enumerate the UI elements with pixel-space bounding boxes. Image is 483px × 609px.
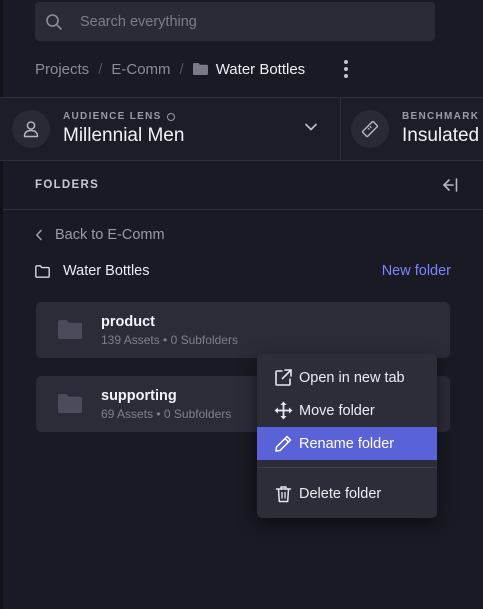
folder-card-product[interactable]: product 139 Assets • 0 Subfolders	[36, 302, 450, 358]
user-icon	[12, 110, 50, 148]
folder-outline-icon	[35, 264, 50, 278]
menu-item-rename-folder[interactable]: Rename folder	[257, 427, 437, 460]
menu-item-move-folder[interactable]: Move folder	[257, 394, 437, 427]
move-icon	[273, 401, 293, 421]
benchmark-label: BENCHMARK	[402, 111, 480, 122]
folder-name: supporting	[101, 388, 177, 404]
trash-icon	[273, 484, 293, 504]
breadcrumb-separator: /	[179, 60, 184, 78]
folder-icon	[192, 63, 208, 75]
new-folder-button[interactable]: New folder	[382, 263, 451, 279]
folder-icon	[58, 394, 82, 413]
audience-lens-label: AUDIENCE LENS	[63, 111, 162, 122]
menu-item-open-in-new-tab[interactable]: Open in new tab	[257, 361, 437, 394]
lens-bar: AUDIENCE LENS Millennial Men BENCHMARK I…	[0, 97, 483, 161]
menu-divider	[257, 467, 437, 468]
collapse-panel-icon[interactable]	[441, 176, 459, 194]
breadcrumb-current: Water Bottles	[215, 60, 306, 78]
back-link-label[interactable]: Back to E-Comm	[55, 227, 165, 243]
menu-item-label: Move folder	[299, 402, 375, 419]
chevron-left-icon	[35, 229, 42, 241]
menu-item-label: Delete folder	[299, 485, 382, 502]
search-placeholder[interactable]: Search everything	[80, 14, 197, 30]
current-folder-row: Water Bottles New folder	[35, 261, 451, 281]
current-folder-name: Water Bottles	[63, 263, 150, 279]
more-options-icon[interactable]	[339, 58, 353, 80]
folder-context-menu: Open in new tab Move folder Rename folde…	[257, 354, 437, 518]
folders-panel-header: FOLDERS	[3, 162, 483, 210]
folders-title: FOLDERS	[35, 179, 100, 191]
menu-item-label: Open in new tab	[299, 369, 405, 386]
folder-meta: 69 Assets • 0 Subfolders	[101, 407, 232, 421]
search-icon	[46, 13, 62, 30]
menu-item-delete-folder[interactable]: Delete folder	[257, 477, 437, 510]
breadcrumb-projects[interactable]: Projects	[35, 61, 89, 78]
folder-meta: 139 Assets • 0 Subfolders	[101, 333, 238, 347]
external-link-icon	[273, 368, 293, 388]
audience-lens-value: Millennial Men	[63, 125, 185, 146]
info-icon[interactable]	[166, 112, 175, 121]
breadcrumb-separator: /	[98, 60, 103, 78]
folder-name: product	[101, 314, 155, 330]
chevron-down-icon[interactable]	[304, 120, 318, 134]
ruler-icon	[351, 110, 389, 148]
benchmark-selector[interactable]: BENCHMARK Insulated	[342, 98, 483, 160]
breadcrumb-ecomm[interactable]: E-Comm	[111, 61, 170, 78]
audience-lens-selector[interactable]: AUDIENCE LENS Millennial Men	[3, 98, 341, 160]
folder-icon	[58, 320, 82, 339]
breadcrumb: Projects / E-Comm / Water Bottles	[35, 57, 305, 81]
menu-item-label: Rename folder	[299, 435, 395, 452]
search-bar[interactable]: Search everything	[35, 2, 435, 41]
pencil-icon	[273, 434, 293, 454]
benchmark-value: Insulated	[402, 125, 480, 146]
back-link[interactable]: Back to E-Comm	[35, 225, 165, 245]
window-edge	[0, 0, 3, 609]
